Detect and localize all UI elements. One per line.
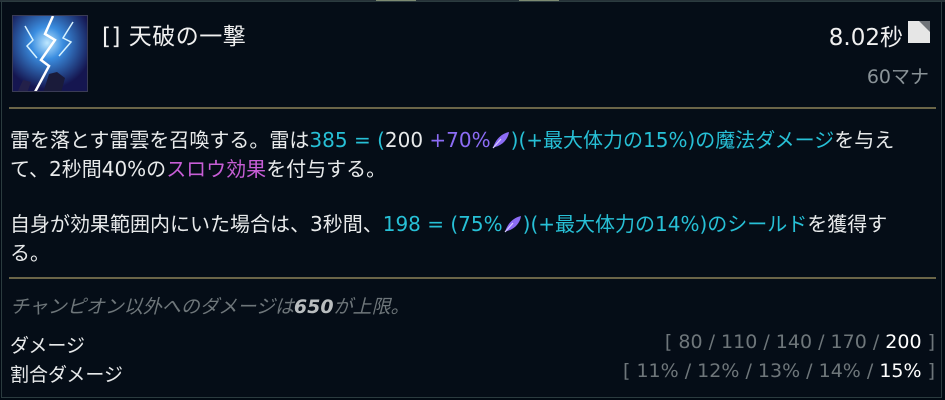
shield-label: のシールド [707,212,808,236]
cooldown-value: 8.02秒 [828,25,903,51]
ability-title-row: [] 天破の一撃 [102,16,246,52]
ability-power-icon [503,212,523,233]
lightning-storm-icon [12,15,88,92]
stat-label: ダメージ [10,335,86,357]
stat-values: [ 80 / 110 / 140 / 170 / 200 ] [664,331,935,353]
slow-effect: スロウ効果 [166,157,267,181]
stat-label: 割合ダメージ [10,364,124,386]
tooltip-panel: [] 天破の一撃 8.02秒 60マナ 雷を落とす雷雲を召喚する。雷は385 =… [1,1,942,398]
current-rank-value: 15% [879,360,922,382]
divider [9,277,936,279]
current-rank-value: 200 [885,331,922,353]
damage-cap-value: 650 [293,296,334,318]
ap-ratio: +70% [423,128,491,152]
description-paragraph-2: 自身が効果範囲内にいた場合は、3秒間、198 = (75%)(+最大体力の14%… [10,212,888,265]
ability-power-icon [491,128,511,149]
mana-cost: 60マナ [866,66,929,88]
health-ratio: (+最大体力の15%) [518,128,696,152]
ability-title: [] 天破の一撃 [102,24,247,50]
damage-type: の魔法ダメージ [695,128,835,152]
stat-row-damage: ダメージ [ 80 / 110 / 140 / 170 / 200 ] [10,331,935,359]
cooldown-icon [908,21,930,43]
divider [9,107,936,109]
damage-total: 385 = [309,128,378,152]
stat-values: [ 11% / 12% / 13% / 14% / 15% ] [623,360,935,382]
base-damage: 200 [384,128,424,152]
description-paragraph-1: 雷を落とす雷雲を召喚する。雷は385 = (200 +70%)(+最大体力の15… [10,128,895,181]
health-ratio: (+最大体力の14%) [530,212,708,236]
damage-cap-note: チャンピオン以外へのダメージは650が上限。 [10,296,410,318]
stat-row-percent-damage: 割合ダメージ [ 11% / 12% / 13% / 14% / 15% ] [10,360,935,388]
shield-total: 198 = (75% [382,212,503,236]
